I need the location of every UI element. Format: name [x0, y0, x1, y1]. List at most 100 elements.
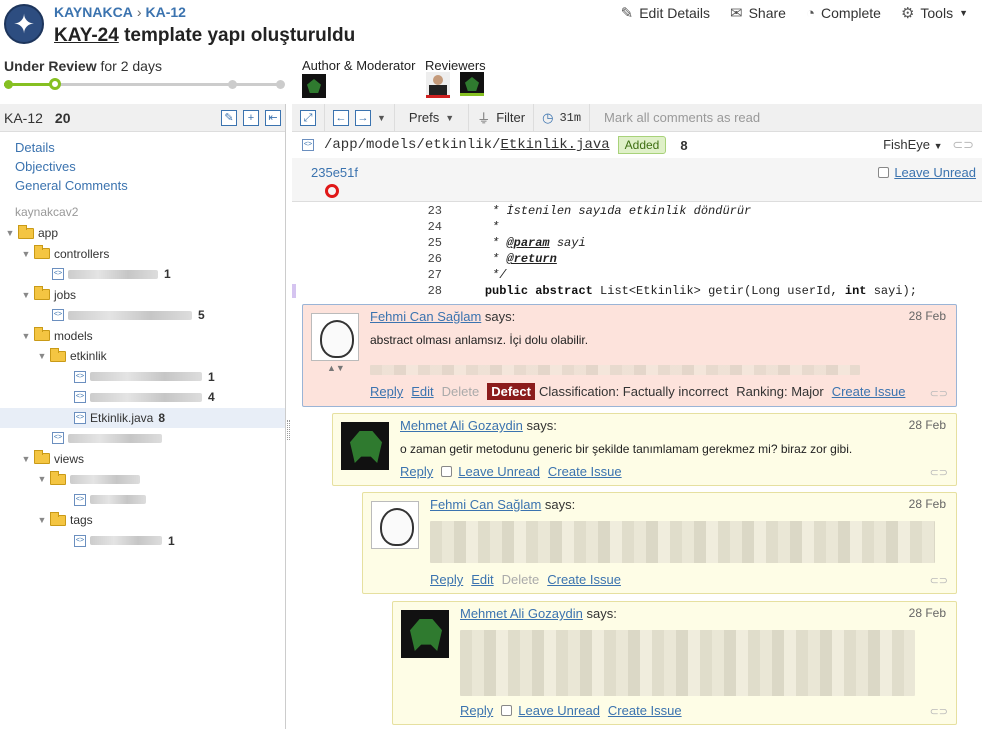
create-issue-link[interactable]: Create Issue — [548, 464, 622, 479]
avatar[interactable] — [311, 313, 359, 361]
file-name-link[interactable]: Etkinlik.java — [500, 137, 609, 153]
review-key-link[interactable]: KAY-24 — [54, 25, 119, 46]
tree-folder-views[interactable]: ▼ views — [0, 449, 285, 470]
redacted-filename — [90, 392, 202, 402]
tree-file-controllers[interactable]: <> 1 — [0, 264, 285, 285]
tree-folder-views-sub[interactable]: ▼ — [0, 469, 285, 490]
chevron-down-icon[interactable]: ▼ — [377, 113, 386, 123]
comment-author[interactable]: Fehmi Can Sağlam — [370, 309, 481, 324]
tree-file-jobs[interactable]: <> 5 — [0, 305, 285, 326]
prefs-menu[interactable]: Prefs ▼ — [395, 104, 470, 132]
leave-unread-checkbox[interactable] — [441, 466, 453, 477]
tools-menu[interactable]: ⚙ Tools ▼ — [901, 4, 968, 22]
tree-folder-jobs[interactable]: ▼ jobs — [0, 285, 285, 306]
tree-folder-controllers[interactable]: ▼ controllers — [0, 244, 285, 265]
comment-actions: Reply Leave Unread Create Issue — [400, 464, 622, 479]
edit-files-icon[interactable]: ✎ — [221, 109, 237, 126]
comment-date: 28 Feb — [908, 309, 946, 323]
html-file-icon: <> — [74, 493, 86, 506]
tree-file-etkinlik-2[interactable]: <> 4 — [0, 387, 285, 408]
comment-author[interactable]: Mehmet Ali Gozaydin — [400, 418, 523, 433]
crucible-logo[interactable]: ✦ — [4, 4, 44, 44]
folder-label: views — [54, 451, 85, 466]
reply-link[interactable]: Reply — [430, 572, 463, 587]
tree-file-etkinlik-1[interactable]: <> 1 — [0, 367, 285, 388]
leave-unread-checkbox[interactable] — [501, 705, 513, 716]
filter-menu[interactable]: ⏚ Filter — [469, 104, 535, 132]
mark-all-read-button[interactable]: Mark all comments as read — [590, 110, 760, 125]
permalink-icon[interactable]: ⊂⊃ — [930, 466, 948, 479]
edit-link[interactable]: Edit — [411, 384, 433, 399]
tree-file-views[interactable]: <> — [0, 490, 285, 511]
breadcrumb-review[interactable]: KA-12 — [146, 4, 186, 20]
previous-file-icon[interactable]: ← — [333, 109, 349, 126]
collapse-sidebar-icon[interactable]: ⇤ — [265, 109, 281, 126]
breadcrumb-project[interactable]: KAYNAKCA — [54, 4, 133, 20]
revision-link[interactable]: 235e51f — [311, 165, 358, 180]
leave-unread-toggle[interactable]: Leave Unread — [878, 165, 976, 180]
next-file-icon[interactable]: → — [355, 109, 371, 126]
reviewer-avatar-1[interactable] — [426, 72, 450, 98]
leave-unread-link[interactable]: Leave Unread — [518, 703, 600, 718]
edit-details-button[interactable]: ✎ Edit Details — [621, 4, 710, 22]
leave-unread-link[interactable]: Leave Unread — [458, 464, 540, 479]
file-label: Etkinlik.java — [90, 410, 154, 425]
sidebar-item-general-comments[interactable]: General Comments — [15, 176, 270, 195]
permalink-icon[interactable]: ⊂⊃ — [930, 574, 948, 587]
edit-link[interactable]: Edit — [471, 572, 493, 587]
tree-folder-tags[interactable]: ▼ tags — [0, 510, 285, 531]
progress-step-review — [49, 78, 61, 90]
progress-step-draft — [4, 80, 13, 89]
checkbox[interactable] — [878, 167, 890, 178]
reviewer-avatar-2[interactable] — [460, 72, 484, 96]
reply-link[interactable]: Reply — [400, 464, 433, 479]
fullscreen-icon[interactable]: ⤢ — [300, 109, 316, 126]
line-source[interactable]: public abstract List<Etkinlik> getir(Lon… — [456, 284, 917, 298]
avatar[interactable] — [341, 422, 389, 470]
create-issue-link[interactable]: Create Issue — [608, 703, 682, 718]
line-source: * — [456, 220, 500, 234]
avatar[interactable] — [371, 501, 419, 549]
tree-folder-models[interactable]: ▼ models — [0, 326, 285, 347]
html-file-icon: <> — [74, 534, 86, 547]
permalink-icon[interactable]: ⊂⊃ — [930, 387, 948, 400]
thread-arrows-icon[interactable]: ▲▼ — [327, 363, 345, 373]
author-avatar[interactable] — [302, 74, 326, 98]
reply-link[interactable]: Reply — [370, 384, 403, 399]
comment-date: 28 Feb — [908, 418, 946, 432]
file-header: <> /app/models/etkinlik/Etkinlik.java Ad… — [292, 132, 982, 158]
envelope-icon: ✉ — [730, 5, 743, 22]
tree-folder-app[interactable]: ▼ app — [0, 223, 285, 244]
status-badge: Added — [617, 136, 667, 154]
tree-file-models[interactable]: <> — [0, 428, 285, 449]
share-button[interactable]: ✉ Share — [730, 4, 786, 22]
file-path[interactable]: /app/models/etkinlik/Etkinlik.java — [324, 137, 610, 153]
time-tracker[interactable]: ◷ 31m — [534, 104, 591, 132]
comment-author[interactable]: Mehmet Ali Gozaydin — [460, 606, 583, 621]
comment-date: 28 Feb — [908, 497, 946, 511]
tree-file-tags[interactable]: <> 1 — [0, 531, 285, 552]
avatar[interactable] — [401, 610, 449, 658]
complete-button[interactable]: ◔ Complete — [806, 4, 881, 22]
comment-reply: Mehmet Ali Gozaydin says: 28 Feb Reply L… — [392, 601, 957, 725]
reply-link[interactable]: Reply — [460, 703, 493, 718]
create-issue-link[interactable]: Create Issue — [832, 384, 906, 399]
create-issue-link[interactable]: Create Issue — [547, 572, 621, 587]
sidebar-item-objectives[interactable]: Objectives — [15, 157, 270, 176]
tree-folder-etkinlik[interactable]: ▼ etkinlik — [0, 346, 285, 367]
code-line: 24 * — [292, 220, 982, 236]
tree-file-etkinlik-java[interactable]: <> Etkinlik.java 8 — [0, 407, 285, 428]
line-number: 24 — [427, 220, 442, 234]
comment-author[interactable]: Fehmi Can Sağlam — [430, 497, 541, 512]
java-file-icon: <> — [74, 370, 86, 383]
leave-unread-label: Leave Unread — [894, 165, 976, 180]
splitter-handle[interactable] — [287, 420, 290, 440]
fisheye-menu[interactable]: FishEye ▼ ⊂⊃ — [883, 137, 974, 153]
code-line: 27 */ — [292, 268, 982, 284]
permalink-icon[interactable]: ⊂⊃ — [952, 137, 974, 152]
java-file-icon: <> — [52, 432, 64, 445]
permalink-icon[interactable]: ⊂⊃ — [930, 705, 948, 718]
comment-thread-root: ▲▼ Fehmi Can Sağlam says: 28 Feb abstrac… — [302, 304, 957, 407]
add-files-icon[interactable]: + — [243, 109, 259, 126]
sidebar-item-details[interactable]: Details — [15, 138, 270, 157]
